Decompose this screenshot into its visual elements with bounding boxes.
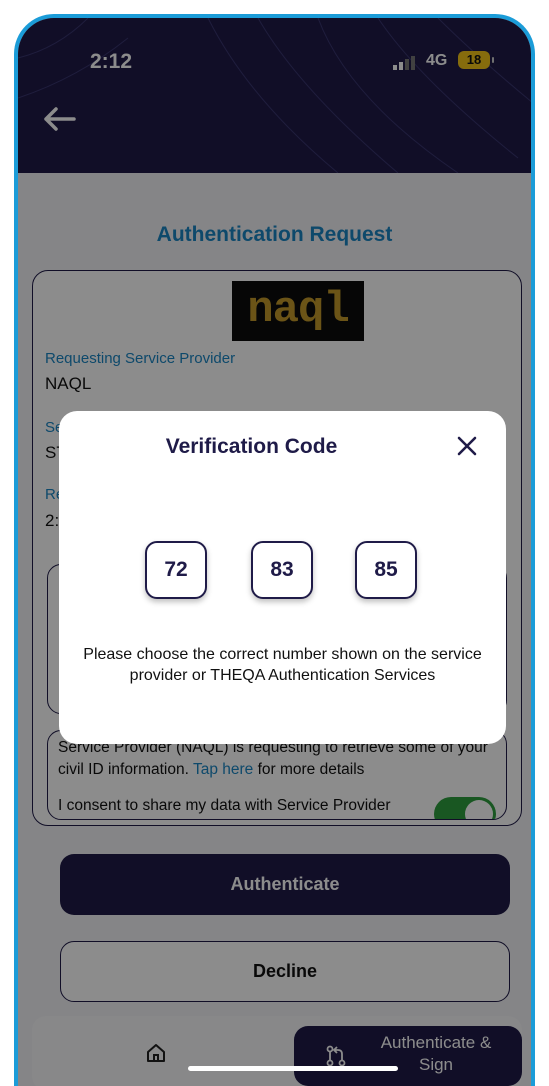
code-option-3[interactable]: 85 bbox=[355, 541, 417, 599]
phone-frame: 2:12 4G 18 Authentication Request naql R… bbox=[14, 14, 535, 1086]
code-option-1[interactable]: 72 bbox=[145, 541, 207, 599]
verification-code-modal: Verification Code 72 83 85 Please choose… bbox=[59, 411, 506, 744]
modal-title: Verification Code bbox=[165, 435, 338, 458]
home-indicator bbox=[188, 1066, 398, 1071]
close-icon[interactable] bbox=[454, 433, 480, 459]
code-option-2[interactable]: 83 bbox=[251, 541, 313, 599]
modal-instruction: Please choose the correct number shown o… bbox=[83, 646, 482, 684]
